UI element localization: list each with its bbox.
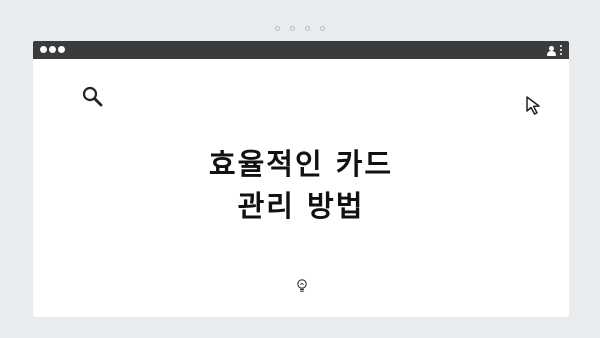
slide-content: 효율적인 카드 관리 방법 <box>33 59 569 317</box>
user-icon[interactable] <box>547 45 556 56</box>
pagination-dot[interactable] <box>290 26 295 31</box>
cursor-arrow-icon <box>526 96 540 115</box>
slide-frame: 효율적인 카드 관리 방법 <box>0 0 600 338</box>
pagination-dots <box>0 26 600 31</box>
pagination-dot[interactable] <box>320 26 325 31</box>
window-titlebar <box>33 41 569 59</box>
window-control-dot[interactable] <box>58 46 65 53</box>
pagination-dot[interactable] <box>275 26 280 31</box>
kebab-menu-icon[interactable] <box>560 44 563 56</box>
titlebar-actions <box>547 44 563 56</box>
lightbulb-icon <box>297 279 307 292</box>
page-title: 효율적인 카드 관리 방법 <box>33 143 569 227</box>
title-line-2: 관리 방법 <box>237 189 365 223</box>
window-control-dot[interactable] <box>49 46 56 53</box>
browser-window: 효율적인 카드 관리 방법 <box>33 41 569 317</box>
search-icon <box>82 86 103 107</box>
pagination-dot[interactable] <box>305 26 310 31</box>
window-control-dot[interactable] <box>40 46 47 53</box>
title-line-1: 효율적인 카드 <box>208 147 394 181</box>
